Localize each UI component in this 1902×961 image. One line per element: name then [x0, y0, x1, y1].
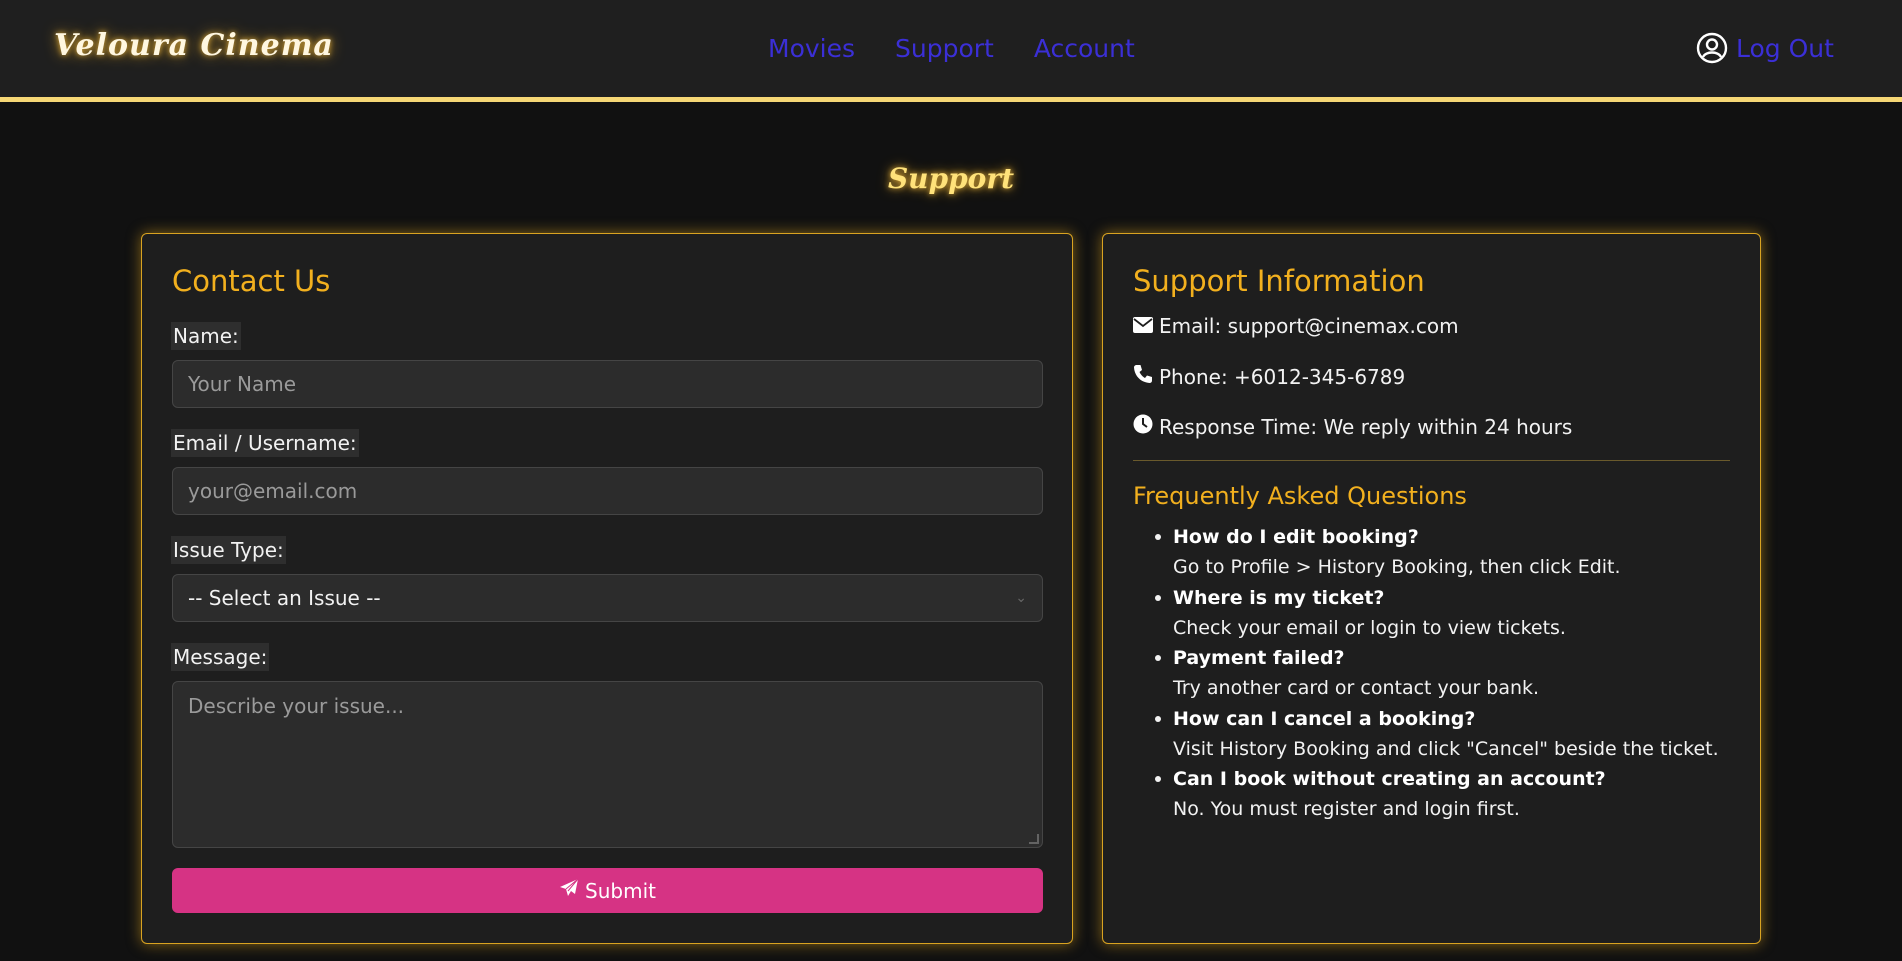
faq-answer: Go to Profile > History Booking, then cl…: [1173, 556, 1621, 578]
faq-answer: Visit History Booking and click "Cancel"…: [1173, 737, 1719, 760]
support-phone-line: Phone: +6012-345-6789: [1133, 364, 1405, 389]
faq-question: How can I cancel a booking?: [1173, 707, 1476, 730]
paper-plane-icon: [559, 878, 579, 903]
support-email-text: Email: support@cinemax.com: [1159, 314, 1459, 338]
contact-card: Contact Us Name: Your Name Email / Usern…: [141, 233, 1073, 944]
faq-item: Can I book without creating an account? …: [1155, 764, 1743, 825]
support-phone-text: Phone: +6012-345-6789: [1159, 364, 1406, 389]
submit-button[interactable]: Submit: [172, 868, 1043, 913]
faq-item: How can I cancel a booking? Visit Histor…: [1155, 704, 1743, 765]
envelope-icon: [1133, 314, 1153, 338]
faq-question: Where is my ticket?: [1173, 586, 1385, 609]
issue-type-value: -- Select an Issue --: [188, 586, 381, 610]
user-circle-icon: [1696, 32, 1728, 64]
message-label: Message:: [171, 643, 270, 671]
faq-answer: Try another card or contact your bank.: [1173, 677, 1540, 699]
submit-label: Submit: [585, 878, 656, 903]
issue-type-label: Issue Type:: [171, 536, 286, 564]
page-title: Support: [887, 162, 1015, 195]
faq-question: How do I edit booking?: [1173, 526, 1419, 548]
name-input[interactable]: Your Name: [172, 360, 1043, 408]
nav-link-account[interactable]: Account: [1034, 34, 1135, 63]
faq-item: Payment failed? Try another card or cont…: [1155, 643, 1743, 704]
navbar: Veloura Cinema Movies Support Account Lo…: [0, 0, 1902, 102]
email-input[interactable]: your@email.com: [172, 467, 1043, 515]
faq-answer: No. You must register and login first.: [1173, 798, 1520, 820]
resize-handle[interactable]: [1029, 834, 1039, 844]
faq-question: Can I book without creating an account?: [1173, 768, 1606, 790]
faq-list: How do I edit booking? Go to Profile > H…: [1155, 522, 1743, 825]
faq-item: How do I edit booking? Go to Profile > H…: [1155, 522, 1743, 583]
nav-link-support[interactable]: Support: [895, 34, 994, 63]
clock-icon: [1133, 414, 1153, 439]
logout-link[interactable]: Log Out: [1736, 34, 1834, 63]
support-response-text: Response Time: We reply within 24 hours: [1159, 414, 1573, 439]
nav-link-movies[interactable]: Movies: [768, 34, 855, 63]
message-textarea[interactable]: Describe your issue...: [172, 681, 1043, 848]
chevron-down-icon: ⌄: [1015, 590, 1027, 606]
support-email-line: Email: support@cinemax.com: [1133, 314, 1459, 338]
issue-type-select[interactable]: -- Select an Issue -- ⌄: [172, 574, 1043, 622]
message-placeholder: Describe your issue...: [188, 694, 405, 718]
faq-title: Frequently Asked Questions: [1133, 482, 1467, 510]
support-response-line: Response Time: We reply within 24 hours: [1133, 414, 1572, 439]
support-info-title: Support Information: [1133, 264, 1425, 298]
email-label: Email / Username:: [171, 429, 359, 457]
support-info-card: Support Information Email: support@cinem…: [1102, 233, 1761, 944]
faq-answer: Check your email or login to view ticket…: [1173, 616, 1566, 639]
logout-group[interactable]: Log Out: [1696, 32, 1834, 64]
faq-item: Where is my ticket? Check your email or …: [1155, 583, 1743, 644]
contact-title: Contact Us: [172, 264, 331, 298]
divider: [1133, 460, 1730, 461]
name-label: Name:: [171, 322, 241, 350]
faq-question: Payment failed?: [1173, 647, 1345, 669]
nav-links: Movies Support Account: [768, 34, 1135, 63]
phone-icon: [1133, 364, 1153, 389]
site-logo[interactable]: Veloura Cinema: [54, 28, 334, 63]
